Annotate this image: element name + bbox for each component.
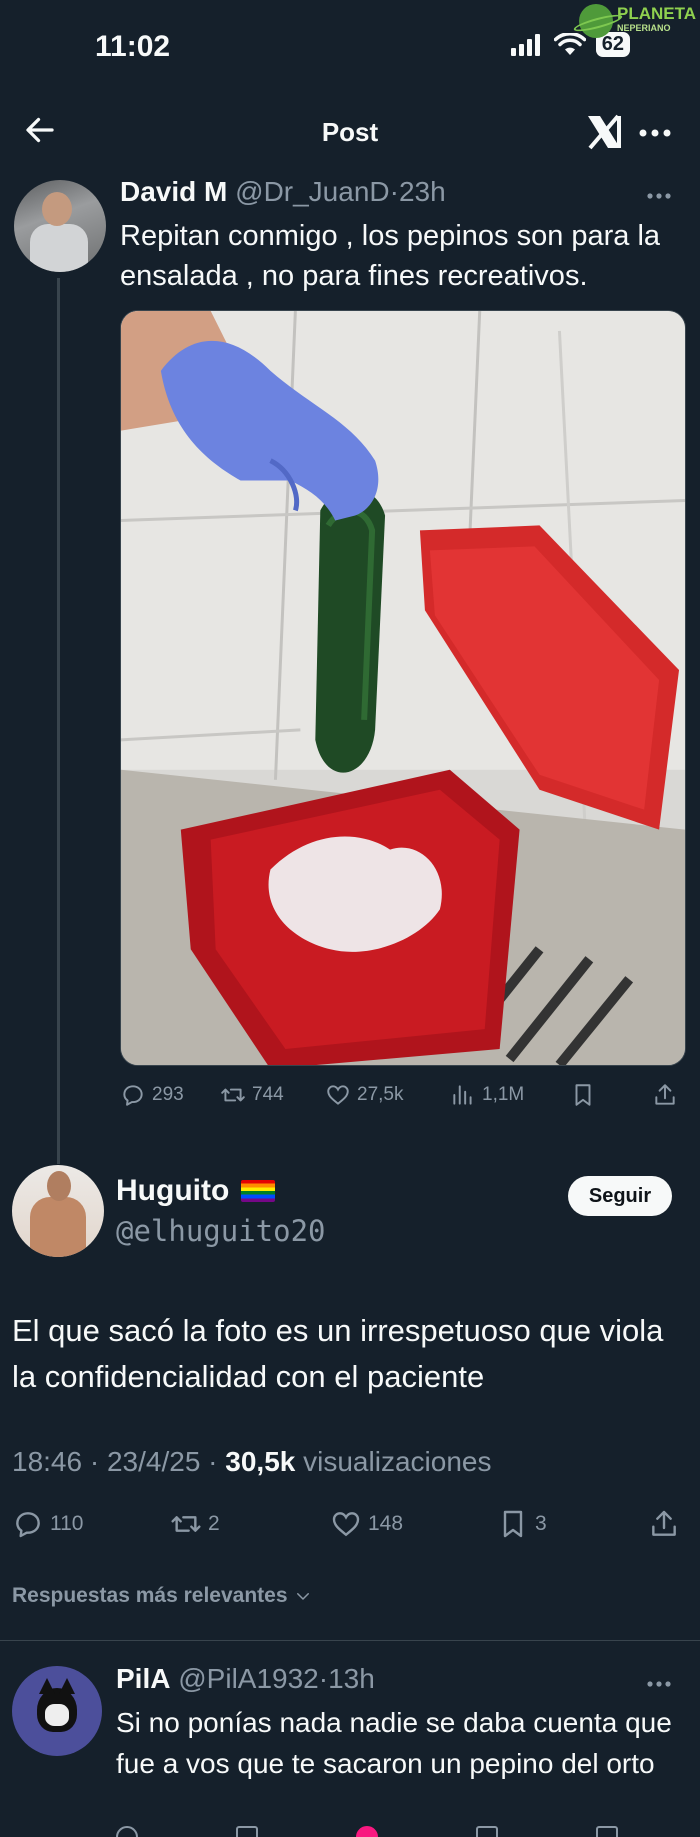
bookmark-count: 3 [535, 1512, 547, 1535]
bookmark-button[interactable] [570, 1082, 596, 1108]
author-name-row: Huguito [116, 1174, 276, 1208]
quoted-tweet-actions: 293 744 27,5k 1,1M [120, 1082, 690, 1114]
tweet-time[interactable]: 18:46 [12, 1446, 82, 1477]
tweet-time[interactable]: 13h [328, 1663, 375, 1694]
bookmark-icon [575, 1084, 591, 1106]
tweet-time[interactable]: 23h [399, 176, 446, 207]
tweet-more-icon[interactable] [646, 192, 672, 200]
bookmark-icon[interactable] [596, 1826, 618, 1837]
avatar[interactable] [12, 1165, 104, 1257]
like-button[interactable]: 148 [330, 1508, 403, 1540]
main-tweet-actions: 110 2 148 3 [12, 1508, 688, 1544]
separator: · [389, 176, 399, 207]
like-count: 27,5k [357, 1084, 404, 1105]
retweet-button[interactable]: 2 [170, 1508, 220, 1540]
views-icon [453, 1085, 472, 1105]
tweet-date[interactable]: 23/4/25 [107, 1446, 200, 1477]
separator: · [82, 1446, 107, 1477]
reply-icon[interactable] [116, 1826, 138, 1837]
watermark-text: PLANETA NEPERIANO [616, 5, 696, 35]
retweet-icon [221, 1088, 245, 1102]
author-name[interactable]: PilA [116, 1663, 170, 1694]
replies-sort-label: Respuestas más relevantes [12, 1584, 288, 1607]
retweet-icon[interactable] [236, 1826, 258, 1837]
bookmark-icon [503, 1510, 523, 1538]
views-icon[interactable] [476, 1826, 498, 1837]
like-button[interactable]: 27,5k [325, 1082, 403, 1108]
reply-count: 110 [50, 1512, 84, 1535]
reply-icon [16, 1512, 40, 1538]
views-count: 30,5k [225, 1446, 296, 1477]
reply-actions-peek [116, 1826, 686, 1837]
retweet-button[interactable]: 744 [220, 1082, 284, 1108]
views-count: 1,1M [482, 1084, 525, 1105]
chevron-down-icon [296, 1593, 309, 1600]
watermark-logo: PLANETA NEPERIANO [578, 4, 696, 38]
share-icon [652, 1510, 676, 1536]
replies-sort-dropdown[interactable]: Respuestas más relevantes [12, 1584, 312, 1608]
watermark-line2: NEPERIANO [616, 23, 671, 33]
views-button[interactable]: 1,1M [450, 1082, 524, 1108]
tweet-photo[interactable] [120, 310, 686, 1066]
follow-button[interactable]: Seguir [568, 1176, 672, 1216]
rainbow-flag-icon [241, 1180, 276, 1202]
heart-icon [327, 1085, 349, 1105]
heart-icon[interactable] [356, 1826, 378, 1837]
planet-icon [578, 4, 613, 38]
author-handle[interactable]: @PilA1932 [178, 1663, 319, 1694]
share-icon [655, 1084, 675, 1105]
reply-text: Si no ponías nada nadie se daba cuenta q… [116, 1707, 672, 1779]
share-button[interactable] [648, 1508, 680, 1540]
more-icon[interactable] [638, 128, 672, 138]
retweet-count: 2 [208, 1512, 220, 1535]
divider [0, 1640, 700, 1641]
avatar[interactable] [12, 1666, 102, 1756]
tweet-more-icon[interactable] [646, 1680, 672, 1688]
tweet-header: David M @Dr_JuanD·23h [120, 176, 446, 208]
author-name[interactable]: Huguito [116, 1174, 229, 1208]
author-handle[interactable]: @Dr_JuanD [235, 176, 389, 207]
share-button[interactable] [652, 1082, 678, 1108]
x-logo-icon[interactable] [584, 112, 624, 152]
bookmark-button[interactable]: 3 [497, 1508, 547, 1540]
reply-button[interactable]: 293 [120, 1082, 184, 1108]
reply-icon [123, 1085, 143, 1106]
views-label: visualizaciones [303, 1446, 492, 1477]
tweet-text: Repitan conmigo , los pepinos son para l… [120, 220, 661, 292]
avatar[interactable] [14, 180, 106, 272]
separator: · [318, 1663, 329, 1694]
author-handle[interactable]: @elhuguito20 [116, 1214, 326, 1248]
reply-button[interactable]: 110 [12, 1508, 83, 1540]
tweet-meta: 18:46 · 23/4/25 · 30,5k visualizaciones [12, 1446, 491, 1478]
author-name[interactable]: David M [120, 176, 227, 207]
like-count: 148 [368, 1512, 404, 1535]
reply-count: 293 [152, 1084, 184, 1105]
retweet-icon [171, 1516, 201, 1532]
retweet-count: 744 [252, 1084, 284, 1105]
heart-icon [332, 1512, 360, 1537]
tweet-text: El que sacó la foto es un irrespetuoso q… [12, 1313, 664, 1394]
signal-icon [510, 33, 540, 56]
status-time: 11:02 [95, 30, 171, 63]
separator: · [200, 1446, 226, 1477]
reply-header: PilA @PilA1932·13h [116, 1663, 375, 1695]
thread-line [57, 278, 60, 1164]
